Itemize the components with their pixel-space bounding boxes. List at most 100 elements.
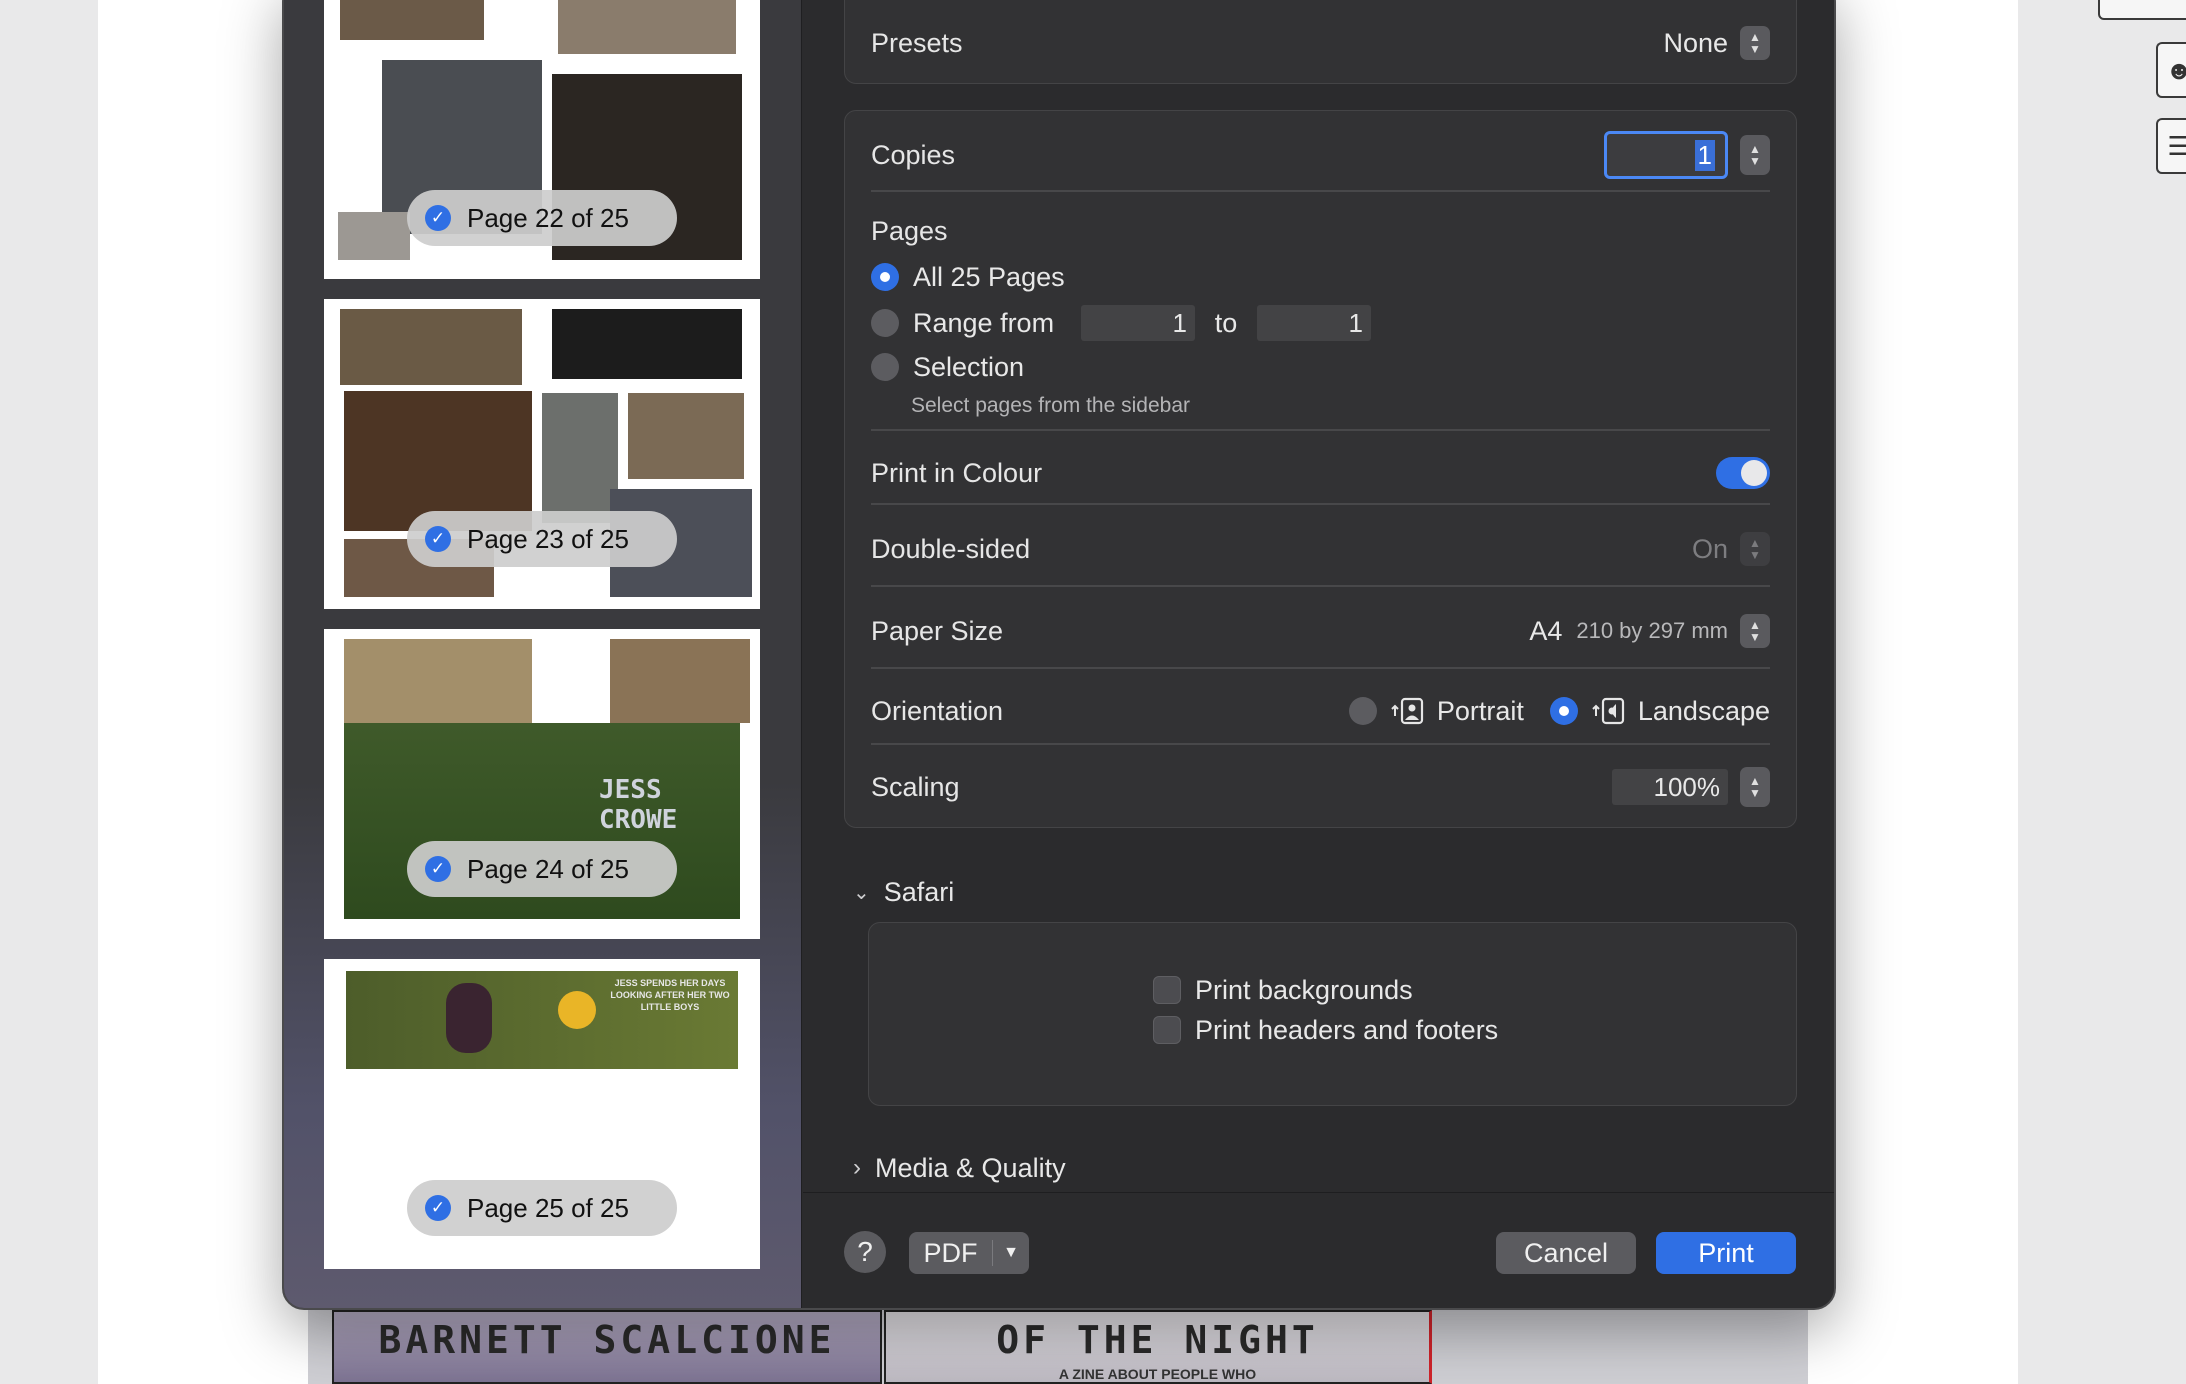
chevron-updown-icon[interactable]: ▲ ▼ <box>1740 614 1770 648</box>
image-tool-button[interactable] <box>2098 0 2186 20</box>
orientation-options: Portrait Landscape <box>1348 695 1770 727</box>
print-backgrounds-option[interactable]: Print backgrounds <box>1153 973 1770 1007</box>
pages-all-option[interactable]: All 25 Pages <box>871 259 1770 295</box>
cancel-button[interactable]: Cancel <box>1496 1232 1636 1274</box>
graffiti-text: JESS CROWE <box>599 775 678 835</box>
chevron-down-icon[interactable]: ▼ <box>993 1244 1029 1262</box>
photo <box>628 393 744 479</box>
scaling-stepper[interactable]: ▲ ▼ <box>1740 767 1770 807</box>
flower <box>558 991 596 1029</box>
pages-selection-radio[interactable] <box>871 353 899 381</box>
pages-selection-option[interactable]: Selection <box>871 347 1770 387</box>
page-label-text: Page 25 of 25 <box>467 1192 629 1223</box>
print-headers-checkbox[interactable] <box>1153 1016 1181 1044</box>
range-to-label: to <box>1214 307 1238 338</box>
menu-icon[interactable]: ☰ <box>2156 118 2186 174</box>
page-label-text: Page 23 of 25 <box>467 523 629 554</box>
landscape-icon <box>1592 696 1626 726</box>
print-headers-option[interactable]: Print headers and footers <box>1153 1013 1770 1047</box>
landscape-radio[interactable] <box>1549 697 1578 725</box>
page-label-25: ✓ Page 25 of 25 <box>407 1180 677 1236</box>
print-button[interactable]: Print <box>1656 1232 1796 1274</box>
person-icon[interactable]: ☻ <box>2156 42 2186 98</box>
page-thumbnail-25[interactable]: JESS SPENDS HER DAYS LOOKING AFTER HER T… <box>324 959 760 1269</box>
paper-size-popup[interactable]: A4 210 by 297 mm ▲ ▼ <box>1529 614 1770 648</box>
portrait-label: Portrait <box>1436 695 1524 726</box>
pages-range-option: Range from 1 to 1 <box>871 303 1770 343</box>
portrait-radio[interactable] <box>1348 697 1377 725</box>
copies-input[interactable]: 1 <box>1604 131 1728 179</box>
range-from-input[interactable]: 1 <box>1081 305 1195 341</box>
browser-margin-left <box>0 0 98 1384</box>
pdf-label: PDF <box>923 1237 978 1268</box>
paper-size-label: Paper Size <box>871 615 1004 646</box>
pages-all-label: All 25 Pages <box>913 261 1065 292</box>
presets-popup[interactable]: None ▲ ▼ <box>1663 26 1770 60</box>
poster-title: BARNETT SCALCIONE <box>378 1318 836 1362</box>
chevron-right-icon[interactable]: › <box>853 1154 861 1182</box>
page-thumbnail-23[interactable]: ✓ Page 23 of 25 <box>324 299 760 609</box>
print-backgrounds-checkbox[interactable] <box>1153 976 1181 1004</box>
range-to-input[interactable]: 1 <box>1257 305 1371 341</box>
photo: JESS SPENDS HER DAYS LOOKING AFTER HER T… <box>346 971 738 1069</box>
safari-panel: Print backgrounds Print headers and foot… <box>868 922 1797 1106</box>
safari-section-header[interactable]: ⌄ Safari <box>853 872 1808 912</box>
poster-barnett[interactable]: BARNETT SCALCIONE <box>332 1310 882 1384</box>
portrait-icon <box>1391 696 1425 726</box>
checkmark-icon[interactable]: ✓ <box>425 526 451 552</box>
copies-stepper[interactable]: ▲ ▼ <box>1740 135 1770 175</box>
colour-toggle-wrap <box>1716 457 1770 489</box>
help-button[interactable]: ? <box>844 1231 886 1273</box>
poster-of-the-night[interactable]: OF THE NIGHT A ZINE ABOUT PEOPLE WHO <box>884 1310 1432 1384</box>
chevron-updown-icon[interactable]: ▲ ▼ <box>1740 26 1770 60</box>
page-thumbnail-24[interactable]: JESS CROWE ✓ Page 24 of 25 <box>324 629 760 939</box>
double-sided-row: Double-sided On ▲ ▼ <box>871 529 1770 569</box>
scaling-control: 100% ▲ ▼ <box>1612 767 1770 807</box>
photo <box>344 391 532 531</box>
paper-size-value: A4 <box>1529 615 1563 646</box>
orientation-label: Orientation <box>871 695 1004 726</box>
page-label-22: ✓ Page 22 of 25 <box>407 190 677 246</box>
scaling-input[interactable]: 100% <box>1612 769 1728 805</box>
presets-row: Presets None ▲ ▼ <box>871 23 1770 63</box>
photo <box>558 0 736 54</box>
poster-title: OF THE NIGHT <box>996 1318 1319 1362</box>
pages-range-radio[interactable] <box>871 309 899 337</box>
photo <box>610 639 750 723</box>
print-headers-label: Print headers and footers <box>1195 1014 1499 1045</box>
photo <box>344 639 532 723</box>
pages-range-label: Range from <box>913 307 1055 338</box>
copies-control: 1 ▲ ▼ <box>1604 131 1770 179</box>
colour-toggle[interactable] <box>1716 457 1770 489</box>
colour-label: Print in Colour <box>871 457 1043 488</box>
poster-subtitle: A ZINE ABOUT PEOPLE WHO <box>1058 1366 1257 1382</box>
divider <box>871 667 1770 669</box>
photo <box>340 0 484 40</box>
pdf-menu-button[interactable]: PDF ▼ <box>909 1232 1029 1274</box>
photo <box>552 309 742 379</box>
presets-label: Presets <box>871 27 963 58</box>
pages-all-radio[interactable] <box>871 263 899 291</box>
double-sided-popup[interactable]: On ▲ ▼ <box>1692 532 1770 566</box>
checkmark-icon[interactable]: ✓ <box>425 205 451 231</box>
checkmark-icon[interactable]: ✓ <box>425 1195 451 1221</box>
divider <box>871 743 1770 745</box>
divider <box>871 503 1770 505</box>
page-thumbnail-22[interactable]: ✓ Page 22 of 25 <box>324 0 760 279</box>
page-label-23: ✓ Page 23 of 25 <box>407 511 677 567</box>
page-label-24: ✓ Page 24 of 25 <box>407 841 677 897</box>
chevron-down-icon[interactable]: ⌄ <box>853 880 870 905</box>
flower <box>446 983 492 1053</box>
chevron-updown-icon[interactable]: ▲ ▼ <box>1740 532 1770 566</box>
photo <box>340 309 522 385</box>
page-thumbnails-sidebar[interactable]: ✓ Page 22 of 25 ✓ Page 23 of 25 JESS CRO… <box>284 0 802 1308</box>
divider <box>871 429 1770 431</box>
checkmark-icon[interactable]: ✓ <box>425 856 451 882</box>
print-dialog: ✓ Page 22 of 25 ✓ Page 23 of 25 JESS CRO… <box>282 0 1836 1310</box>
divider <box>871 190 1770 192</box>
pages-label: Pages <box>871 215 948 246</box>
copies-label: Copies <box>871 139 956 170</box>
scaling-label: Scaling <box>871 771 960 802</box>
media-quality-section-header[interactable]: › Media & Quality <box>853 1148 1808 1188</box>
paper-size-row: Paper Size A4 210 by 297 mm ▲ ▼ <box>871 611 1770 651</box>
